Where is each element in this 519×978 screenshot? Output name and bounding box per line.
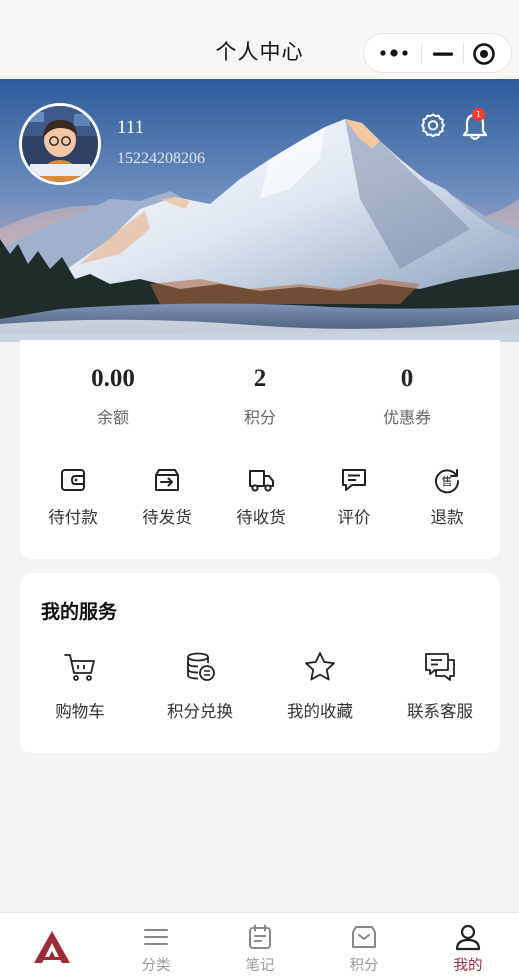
balance-stat[interactable]: 0.00 余额 (53, 364, 173, 428)
points-label: 积分 (243, 408, 276, 427)
service-points-exchange[interactable]: 积分兑换 (145, 650, 255, 722)
user-name: 111 (117, 117, 145, 138)
avatar-image (22, 106, 98, 182)
user-phone: 15224208206 (117, 150, 205, 167)
capsule-divider (421, 44, 422, 63)
capsule-divider (463, 44, 464, 63)
tab-notes[interactable]: 笔记 (208, 913, 312, 978)
order-label: 待付款 (48, 508, 98, 527)
navigation-bar: 个人中心 (0, 0, 519, 79)
coins-icon (187, 652, 215, 681)
settings-icon[interactable] (419, 112, 447, 140)
service-customer-support[interactable]: 联系客服 (385, 650, 495, 722)
more-options-icon[interactable] (378, 43, 412, 63)
tab-label: 笔记 (245, 958, 275, 974)
notification-badge: 1 (472, 108, 485, 121)
brand-logo (34, 931, 70, 963)
points-stat[interactable]: 2 积分 (200, 364, 320, 428)
order-pending-payment[interactable]: 待付款 (28, 466, 118, 528)
bottom-tab-bar: 分类 笔记 积分 我的 (0, 912, 519, 978)
tab-label: 我的 (453, 958, 483, 974)
miniprogram-capsule (363, 33, 512, 73)
service-favorites[interactable]: 我的收藏 (265, 650, 375, 722)
star-icon (305, 652, 335, 681)
avatar[interactable] (19, 103, 101, 185)
order-label: 待发货 (142, 508, 192, 527)
points-value: 2 (253, 365, 267, 392)
note-icon (249, 924, 271, 949)
balance-value: 0.00 (91, 365, 135, 392)
tab-label: 积分 (349, 958, 379, 974)
tab-mine[interactable]: 我的 (416, 913, 519, 978)
package-out-icon (155, 469, 179, 491)
refund-icon: 售 (435, 469, 460, 494)
comment-icon (342, 469, 366, 491)
service-cart[interactable]: 购物车 (25, 650, 135, 722)
service-label: 联系客服 (407, 702, 473, 721)
service-label: 我的收藏 (287, 702, 353, 721)
wallet-icon (61, 469, 85, 491)
close-miniprogram-icon[interactable] (472, 42, 496, 66)
user-icon (455, 924, 481, 951)
cart-icon (64, 654, 95, 681)
coupons-stat[interactable]: 0 优惠券 (347, 364, 467, 428)
tab-category[interactable]: 分类 (104, 913, 208, 978)
order-pending-shipment[interactable]: 待发货 (122, 466, 212, 528)
tab-points[interactable]: 积分 (312, 913, 416, 978)
chat-icon (425, 653, 455, 681)
balance-label: 余额 (96, 408, 129, 427)
order-label: 退款 (430, 508, 464, 527)
order-label: 评价 (337, 508, 371, 527)
order-review[interactable]: 评价 (309, 466, 399, 528)
order-pending-receipt[interactable]: 待收货 (216, 466, 306, 528)
service-label: 购物车 (55, 702, 105, 721)
coupons-label: 优惠券 (382, 408, 431, 427)
tab-home[interactable] (0, 913, 104, 978)
truck-icon (249, 470, 274, 492)
minimize-icon[interactable] (431, 44, 455, 64)
services-title: 我的服务 (41, 601, 118, 623)
points-icon (352, 926, 376, 948)
order-refund[interactable]: 售 退款 (402, 466, 492, 528)
tab-label: 分类 (141, 958, 171, 974)
menu-icon (144, 929, 168, 945)
service-label: 积分兑换 (167, 702, 233, 721)
svg-text:售: 售 (442, 474, 453, 488)
order-label: 待收货 (236, 508, 286, 527)
coupons-value: 0 (400, 365, 414, 392)
